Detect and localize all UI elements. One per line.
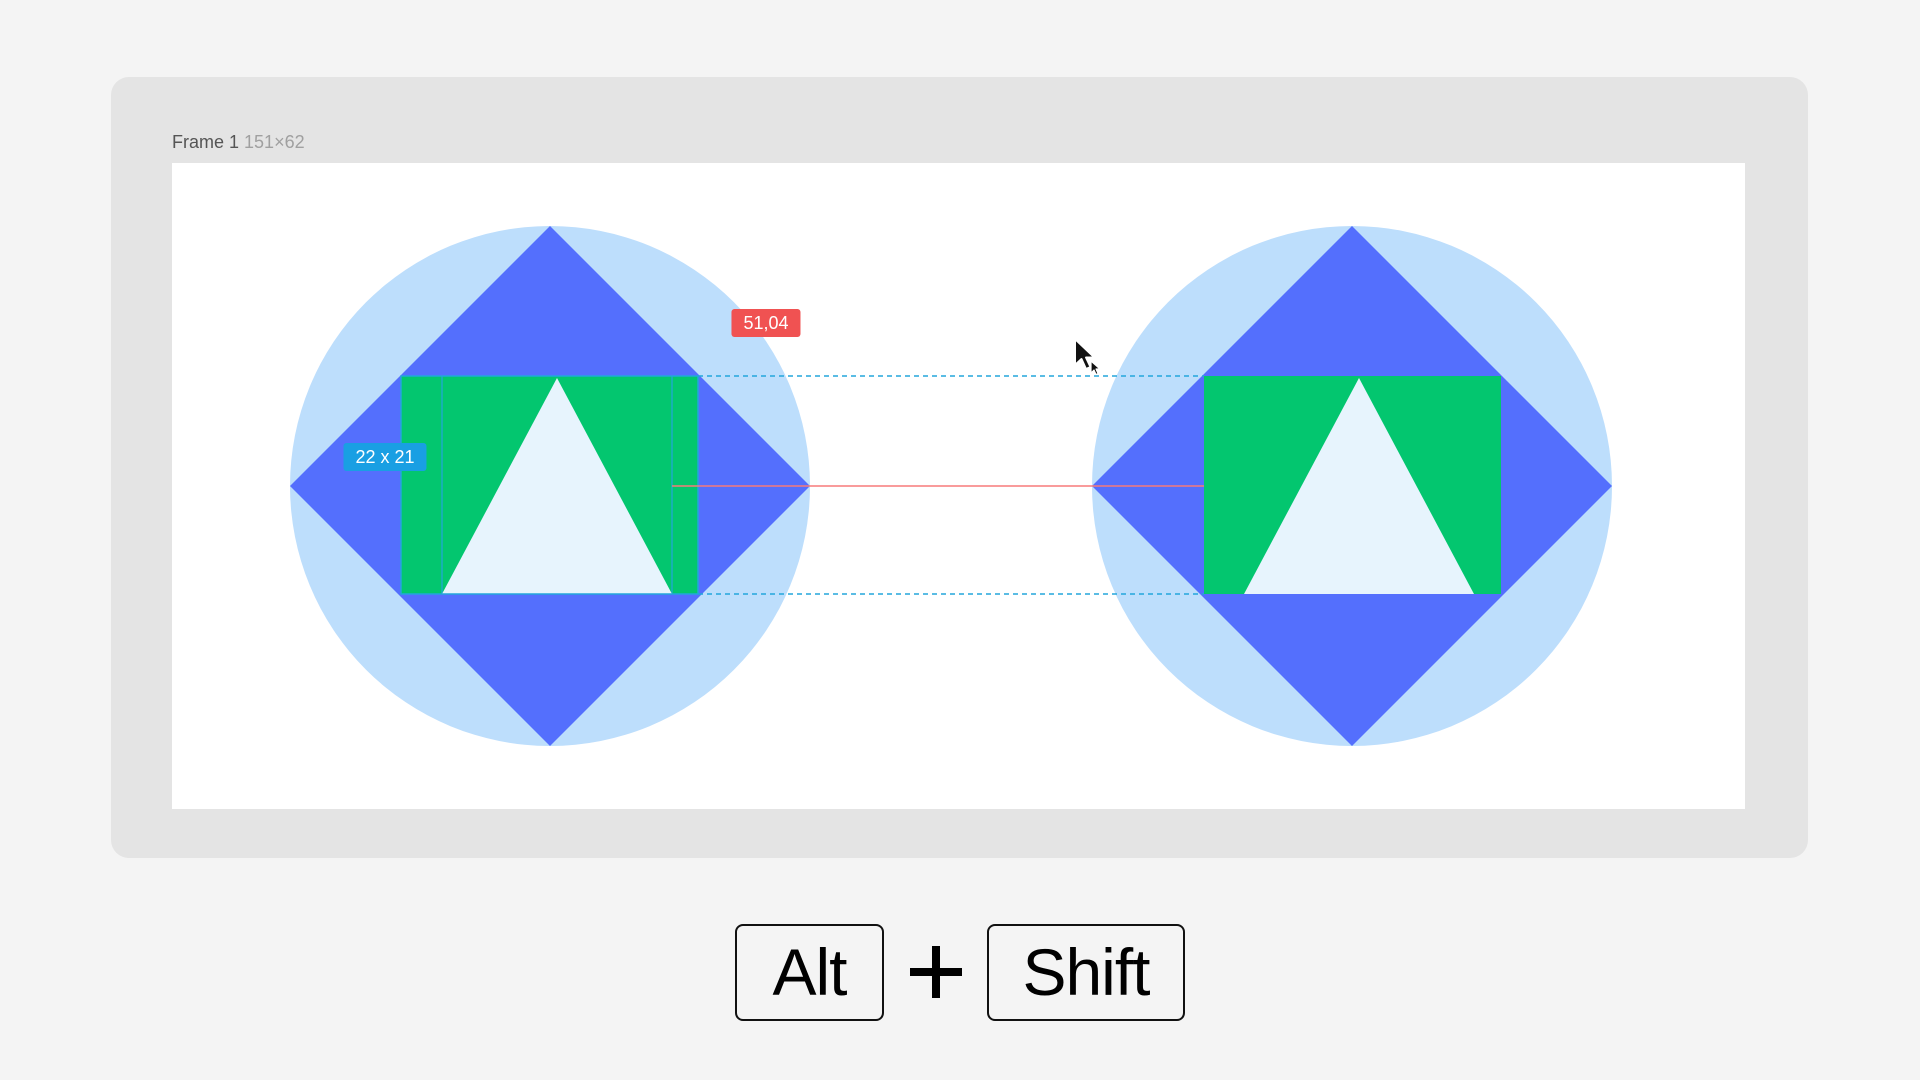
frame-label[interactable]: Frame 1 151×62 [172, 132, 305, 153]
distance-badge: 51,04 [731, 309, 801, 337]
frame-artwork [290, 226, 1612, 746]
alt-key: Alt [735, 923, 884, 1021]
keyboard-shortcut: Alt Shift [0, 922, 1920, 1022]
frame-dimensions: 151×62 [244, 132, 305, 152]
selection-size-badge: 22 x 21 [343, 443, 427, 471]
shift-key: Shift [987, 923, 1185, 1021]
pointer-arrow-icon [1074, 338, 1101, 376]
stage: Frame 1 151×62 22 x 21 51,04 Alt Shift [0, 0, 1920, 1080]
frame[interactable] [172, 163, 1745, 809]
frame-name: Frame 1 [172, 132, 240, 152]
plus-icon [884, 924, 987, 1021]
